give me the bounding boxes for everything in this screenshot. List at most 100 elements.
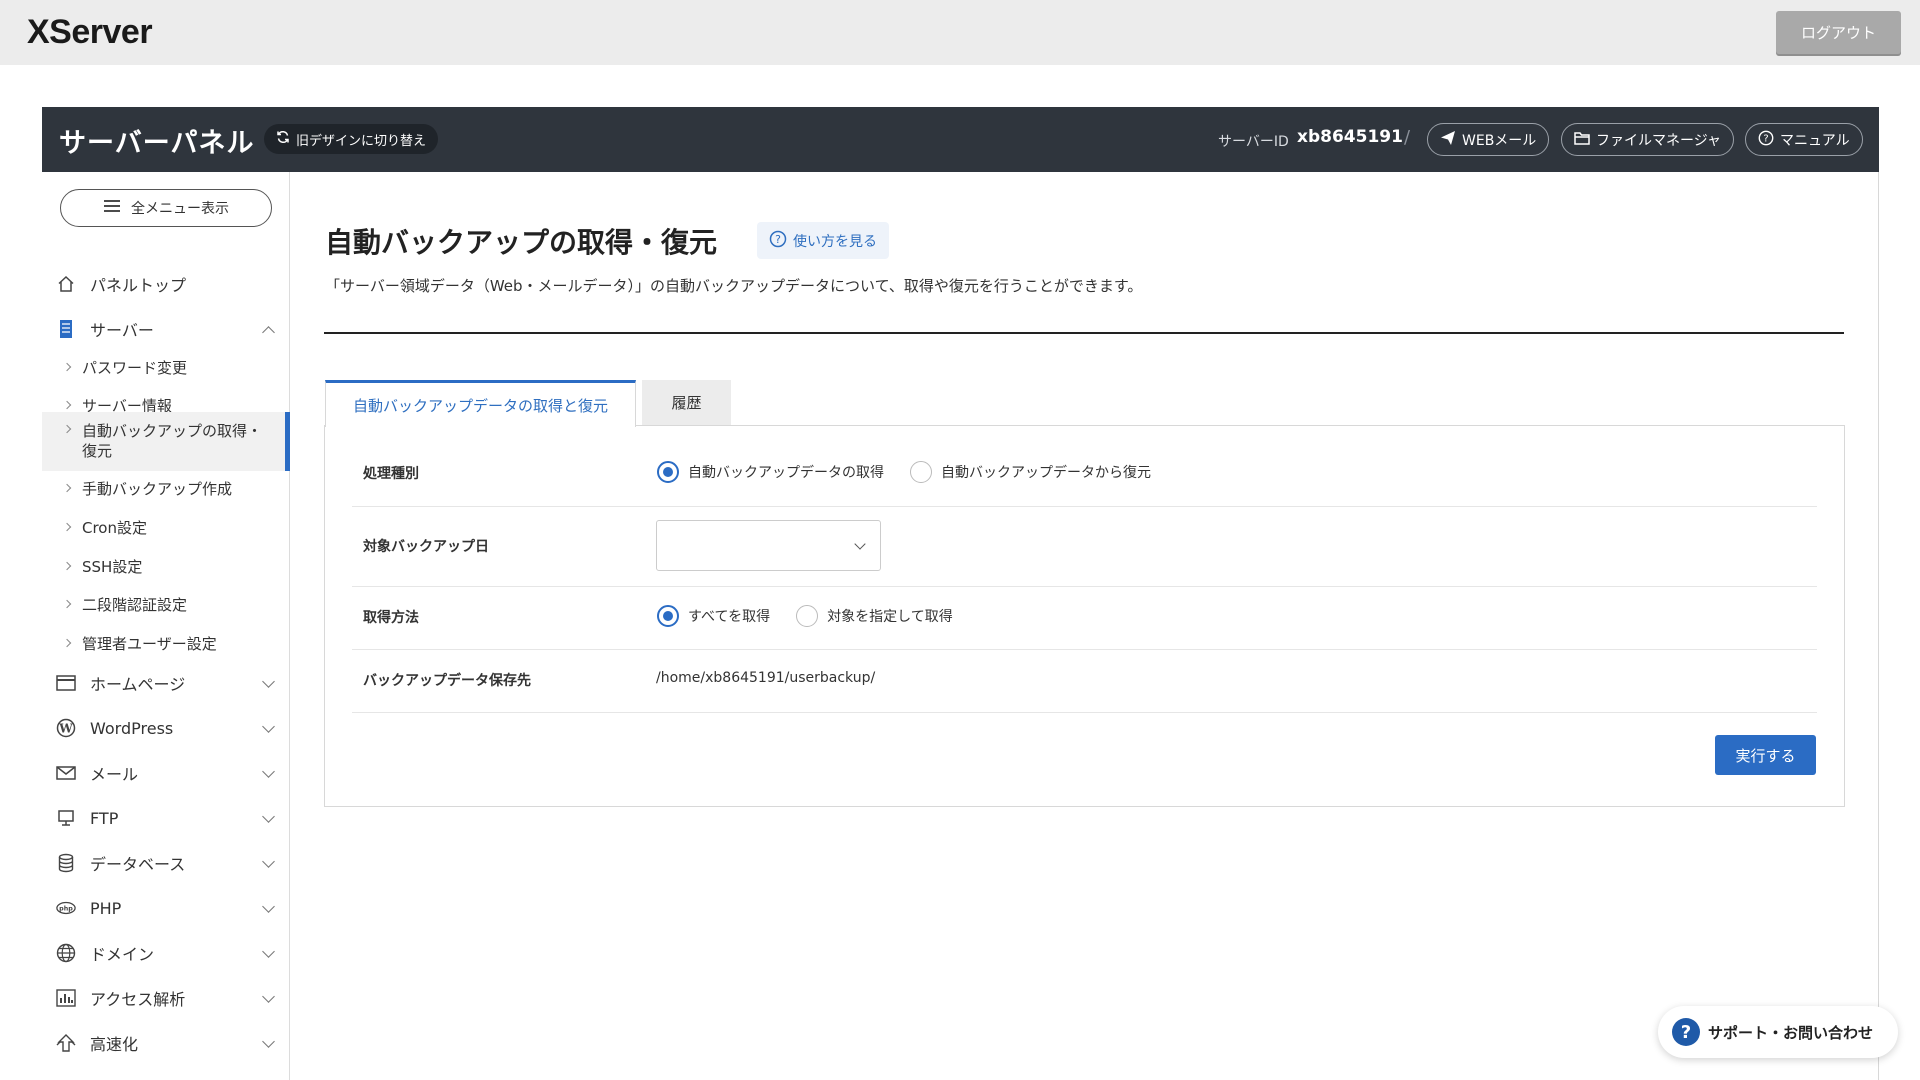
sidebar-item-label: サーバー	[90, 321, 154, 340]
folder-icon	[1574, 131, 1590, 149]
radio-restore-label[interactable]: 自動バックアップデータから復元	[941, 462, 1151, 482]
sidebar-subitem-cron[interactable]: Cron設定	[42, 513, 290, 549]
logout-button[interactable]: ログアウト	[1776, 11, 1901, 54]
chevron-down-icon	[262, 855, 275, 868]
run-button[interactable]: 実行する	[1715, 735, 1816, 775]
server-id-value: xb8645191	[1297, 127, 1403, 147]
sidebar-item-panel-top[interactable]: パネルトップ	[42, 264, 290, 304]
chevron-down-icon	[854, 538, 866, 550]
chevron-right-icon	[62, 522, 72, 532]
header-separator: /	[1404, 127, 1411, 148]
support-button[interactable]: ? サポート・お問い合わせ	[1658, 1006, 1898, 1058]
sidebar-item-label: ドメイン	[90, 945, 155, 964]
webmail-label: WEBメール	[1462, 132, 1537, 149]
svg-text:W: W	[58, 722, 73, 736]
radio-all[interactable]	[657, 605, 679, 627]
sidebar-item-label: アクセス解析	[90, 990, 186, 1009]
radio-acquire[interactable]	[657, 461, 679, 483]
chevron-down-icon	[262, 765, 275, 778]
sidebar-subitem-auto-backup[interactable]: 自動バックアップの取得・復元	[42, 412, 290, 471]
chevron-down-icon	[262, 675, 275, 688]
refresh-icon	[276, 130, 290, 148]
browser-window-icon	[56, 673, 76, 693]
show-all-menu-label: 全メニュー表示	[131, 201, 229, 217]
target-date-select[interactable]	[656, 520, 881, 571]
manual-button[interactable]: ? マニュアル	[1745, 123, 1863, 156]
sidebar-subitem-password[interactable]: パスワード変更	[42, 350, 290, 386]
radio-specify-label[interactable]: 対象を指定して取得	[827, 606, 953, 626]
show-all-menu-button[interactable]: 全メニュー表示	[60, 189, 272, 227]
panel-title: サーバーパネル	[59, 128, 255, 159]
radio-restore[interactable]	[910, 461, 932, 483]
page-description: 「サーバー領域データ（Web・メールデータ）」の自動バックアップデータについて、…	[325, 277, 1143, 295]
form-row-target-date: 対象バックアップ日	[352, 508, 1817, 587]
sidebar-subitem-label: 手動バックアップ作成	[82, 480, 233, 498]
svg-text:?: ?	[775, 233, 781, 246]
chevron-right-icon	[62, 561, 72, 571]
sidebar-subitem-label: 二段階認証設定	[82, 596, 188, 614]
radio-specify[interactable]	[796, 605, 819, 627]
method-radio-group: すべてを取得 対象を指定して取得	[657, 605, 953, 627]
envelope-icon	[56, 763, 76, 783]
old-design-switch-button[interactable]: 旧デザインに切り替え	[264, 124, 439, 154]
chevron-right-icon	[62, 483, 72, 493]
sidebar-item-ftp[interactable]: FTP	[42, 798, 290, 838]
question-icon: ?	[1672, 1018, 1700, 1046]
sidebar-item-server[interactable]: サーバー	[42, 309, 290, 349]
top-bar: XServer ログアウト	[0, 0, 1920, 65]
sidebar-item-domain[interactable]: ドメイン	[42, 933, 290, 973]
sidebar-subitem-label: 管理者ユーザー設定	[82, 635, 217, 653]
save-path-value: /home/xb8645191/userbackup/	[656, 670, 876, 686]
chevron-right-icon	[62, 424, 72, 434]
chevron-down-icon	[262, 990, 275, 1003]
method-label: 取得方法	[363, 610, 419, 626]
sidebar-item-database[interactable]: データベース	[42, 843, 290, 883]
chevron-right-icon	[62, 599, 72, 609]
chevron-down-icon	[262, 1035, 275, 1048]
server-icon	[56, 319, 76, 339]
xserver-logo[interactable]: XServer	[27, 13, 153, 52]
sidebar-item-label: ホームページ	[90, 675, 186, 694]
radio-all-label[interactable]: すべてを取得	[688, 606, 770, 626]
globe-icon	[56, 943, 76, 963]
form-row-method: 取得方法 すべてを取得 対象を指定して取得	[352, 588, 1817, 650]
sidebar-item-access[interactable]: アクセス解析	[42, 978, 290, 1018]
sidebar-item-homepage[interactable]: ホームページ	[42, 663, 290, 703]
panel-header: サーバーパネル 旧デザインに切り替え サーバーID xb8645191 / WE…	[42, 107, 1879, 172]
form-row-process-type: 処理種別 自動バックアップデータの取得 自動バックアップデータから復元	[352, 437, 1817, 507]
sidebar-item-label: メール	[90, 765, 139, 784]
old-design-label: 旧デザインに切り替え	[296, 133, 427, 149]
sidebar-item-wordpress[interactable]: W WordPress	[42, 708, 290, 748]
sidebar-subitem-ssh[interactable]: SSH設定	[42, 552, 290, 588]
target-date-label: 対象バックアップ日	[363, 539, 489, 555]
sidebar-item-speed[interactable]: 高速化	[42, 1023, 290, 1063]
file-manager-button[interactable]: ファイルマネージャ	[1561, 123, 1735, 156]
sidebar-subitem-2fa[interactable]: 二段階認証設定	[42, 590, 290, 626]
help-circle-icon: ?	[769, 230, 787, 252]
home-icon	[56, 274, 76, 294]
svg-text:php: php	[59, 906, 73, 913]
webmail-button[interactable]: WEBメール	[1427, 123, 1550, 156]
sidebar-subitem-label: パスワード変更	[82, 359, 188, 377]
howto-button[interactable]: ? 使い方を見る	[757, 222, 889, 259]
monitor-icon	[56, 808, 76, 828]
tab-backup-restore[interactable]: 自動バックアップデータの取得と復元	[325, 380, 636, 427]
chevron-down-icon	[262, 900, 275, 913]
bar-chart-icon	[56, 988, 76, 1008]
sidebar-subitem-admin-user[interactable]: 管理者ユーザー設定	[42, 629, 290, 665]
chevron-down-icon	[262, 720, 275, 733]
sidebar-item-php[interactable]: php PHP	[42, 888, 290, 928]
svg-text:?: ?	[1763, 133, 1768, 144]
sidebar-item-mail[interactable]: メール	[42, 753, 290, 793]
server-id-label: サーバーID	[1218, 134, 1289, 150]
file-manager-label: ファイルマネージャ	[1596, 132, 1722, 149]
tab-history[interactable]: 履歴	[642, 380, 731, 425]
sidebar-subitem-label: SSH設定	[82, 558, 143, 576]
sidebar-subitem-manual-backup[interactable]: 手動バックアップ作成	[42, 474, 290, 510]
help-circle-icon: ?	[1758, 130, 1774, 150]
radio-acquire-label[interactable]: 自動バックアップデータの取得	[688, 462, 884, 482]
wordpress-icon: W	[56, 718, 76, 738]
chevron-right-icon	[62, 362, 72, 372]
form-row-save-path: バックアップデータ保存先 /home/xb8645191/userbackup/	[352, 650, 1817, 713]
sidebar-item-label: PHP	[90, 898, 122, 918]
